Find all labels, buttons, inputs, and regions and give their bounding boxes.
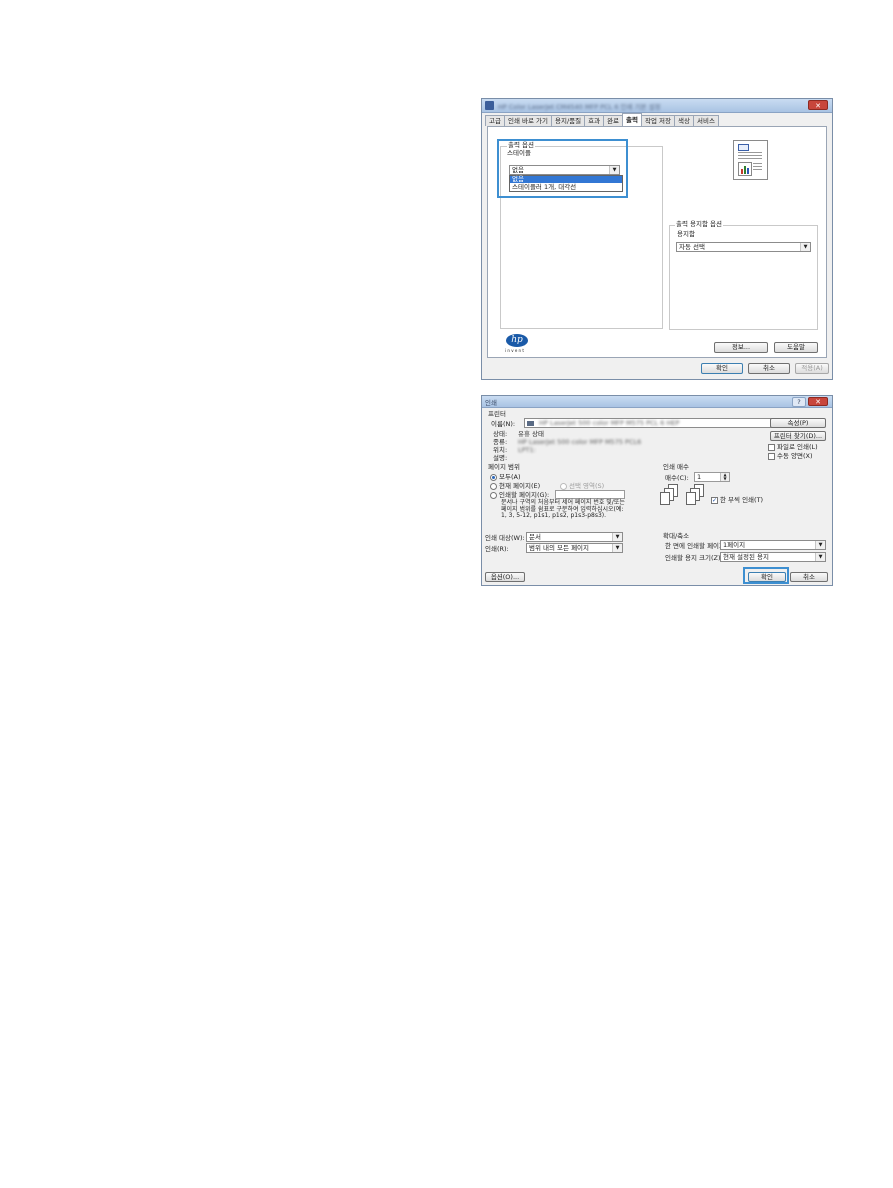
print-what-dropdown[interactable]: 문서 ▼: [526, 532, 623, 542]
print-dialog: 인쇄 ? ✕ 프린터 이름(N): HP LaserJet 500 color …: [481, 395, 833, 586]
document-preview-icon: [733, 140, 768, 180]
tab-services[interactable]: 서비스: [692, 115, 719, 126]
name-label: 이름(N):: [491, 420, 516, 428]
printer-name-value: HP LaserJet 500 color MFP M575 PCL 6 HEP: [539, 419, 680, 427]
radio-icon: [490, 473, 497, 481]
radio-icon: [490, 491, 497, 499]
about-button[interactable]: 정보...: [714, 342, 768, 353]
print-what-label: 인쇄 대상(W):: [485, 534, 525, 542]
chevron-down-icon: ▼: [800, 243, 810, 251]
checkbox-icon: [768, 443, 775, 451]
collate-page-icon: [660, 492, 670, 505]
bin-label: 용지함: [677, 230, 695, 238]
copies-section-label: 인쇄 매수: [663, 463, 689, 471]
ok-button[interactable]: 확인: [701, 363, 743, 374]
dialog-titlebar: HP Color LaserJet CM4540 MFP PCL 6 인쇄 기본…: [482, 99, 832, 113]
print-to-file-label: 파일로 인쇄(L): [777, 443, 818, 451]
chevron-down-icon: ▼: [612, 533, 622, 541]
chevron-down-icon: ▼: [815, 541, 825, 549]
all-label: 모두(A): [499, 473, 521, 481]
hp-logo: hp: [506, 334, 528, 347]
all-radio[interactable]: 모두(A): [490, 473, 520, 481]
collate-page-icon: [686, 492, 696, 505]
dialog-title: HP Color LaserJet CM4540 MFP PCL 6 인쇄 기본…: [498, 103, 661, 111]
copies-value: 1: [697, 473, 702, 481]
print-label: 인쇄(R):: [485, 545, 509, 553]
tab-finishing[interactable]: 완료: [603, 115, 624, 126]
tab-job-storage[interactable]: 작업 저장: [641, 115, 676, 126]
status-value: 유휴 상태: [518, 430, 544, 438]
scale-dropdown[interactable]: 현재 설정된 용지 ▼: [720, 552, 826, 562]
tab-color[interactable]: 색상: [674, 115, 694, 126]
spinner-arrows-icon: ▲ ▼: [720, 473, 729, 481]
stapler-highlight-box: [497, 139, 628, 198]
selection-label: 선택 영역(S): [569, 482, 605, 490]
manual-duplex-checkbox[interactable]: 수동 양면(X): [768, 452, 813, 460]
pages-per-sheet-value: 1페이지: [723, 541, 746, 549]
print-dialog-titlebar: 인쇄 ? ✕: [482, 396, 832, 408]
zoom-section-label: 확대/축소: [663, 532, 690, 540]
selection-radio[interactable]: 선택 영역(S): [560, 482, 604, 490]
printer-icon: [527, 420, 534, 426]
print-to-file-checkbox[interactable]: 파일로 인쇄(L): [768, 443, 818, 451]
copies-label: 매수(C):: [665, 474, 689, 482]
scale-label: 인쇄할 용지 크기(Z):: [665, 554, 723, 562]
checkmark-icon: ✓: [711, 496, 718, 504]
page-range-label: 페이지 범위: [488, 463, 520, 471]
properties-button[interactable]: 속성(P): [770, 418, 826, 428]
radio-icon: [560, 482, 567, 490]
printer-section-label: 프린터: [488, 410, 506, 418]
tab-output[interactable]: 출력: [622, 113, 643, 127]
find-printer-button[interactable]: 프린터 찾기(D)...: [770, 431, 826, 441]
apply-button[interactable]: 적용(A): [795, 363, 829, 374]
where-value: LPT1:: [518, 446, 536, 454]
pages-radio[interactable]: 인쇄할 페이지(G):: [490, 491, 549, 499]
cancel-button[interactable]: 취소: [748, 363, 790, 374]
pages-label: 인쇄할 페이지(G):: [499, 491, 550, 499]
hp-invent-text: i n v e n t: [505, 348, 524, 353]
tab-paper-quality[interactable]: 용지/품질: [550, 115, 586, 126]
output-bin-label: 출력 용지함 옵션: [675, 220, 723, 228]
help-button[interactable]: 도움말: [774, 342, 818, 353]
print-cancel-button[interactable]: 취소: [790, 572, 828, 582]
tab-advanced[interactable]: 고급: [485, 115, 505, 126]
options-button[interactable]: 옵션(O)...: [485, 572, 525, 582]
chevron-down-icon: ▼: [815, 553, 825, 561]
radio-icon: [490, 482, 497, 490]
pages-per-sheet-dropdown[interactable]: 1페이지 ▼: [720, 540, 826, 550]
output-bin-dropdown[interactable]: 자동 선택 ▼: [676, 242, 811, 252]
ok-highlight-box: [743, 567, 789, 584]
print-what-value: 문서: [529, 533, 541, 541]
tab-printing-shortcuts[interactable]: 인쇄 바로 가기: [503, 115, 552, 126]
output-bin-selected: 자동 선택: [679, 243, 705, 251]
close-button[interactable]: ✕: [808, 397, 828, 406]
checkbox-icon: [768, 452, 775, 460]
copies-spinner[interactable]: 1 ▲ ▼: [694, 472, 730, 482]
printer-name-dropdown[interactable]: HP LaserJet 500 color MFP M575 PCL 6 HEP…: [524, 418, 794, 428]
help-icon[interactable]: ?: [792, 397, 806, 407]
type-value: HP LaserJet 500 color MFP M575 PCL6: [518, 438, 642, 446]
current-page-label: 현재 페이지(E): [499, 482, 541, 490]
page-range-hint: 문서나 구역의 처음부터 세어 페이지 번호 및/또는 페이지 범위를 쉼표로 …: [501, 499, 625, 520]
tab-strip: 고급 인쇄 바로 가기 용지/품질 효과 완료 출력 작업 저장 색상 서비스: [485, 113, 719, 127]
comment-label: 설명:: [493, 454, 508, 462]
print-dropdown[interactable]: 범위 내의 모든 페이지 ▼: [526, 543, 623, 553]
printer-app-icon: [485, 101, 494, 110]
collate-label: 한 부씩 인쇄(T): [720, 496, 764, 504]
where-label: 위치:: [493, 446, 508, 454]
print-value: 범위 내의 모든 페이지: [529, 544, 590, 552]
tab-effects[interactable]: 효과: [584, 115, 605, 126]
current-page-radio[interactable]: 현재 페이지(E): [490, 482, 540, 490]
scale-value: 현재 설정된 용지: [723, 553, 769, 561]
collate-checkbox[interactable]: ✓ 한 부씩 인쇄(T): [711, 496, 763, 504]
pages-input[interactable]: [555, 490, 625, 499]
type-label: 종류:: [493, 438, 508, 446]
manual-duplex-label: 수동 양면(X): [777, 452, 813, 460]
status-label: 상태:: [493, 430, 508, 438]
print-dialog-title: 인쇄: [485, 399, 497, 407]
close-button[interactable]: ✕: [808, 100, 828, 110]
chevron-down-icon: ▼: [612, 544, 622, 552]
output-bin-group: [669, 225, 818, 330]
